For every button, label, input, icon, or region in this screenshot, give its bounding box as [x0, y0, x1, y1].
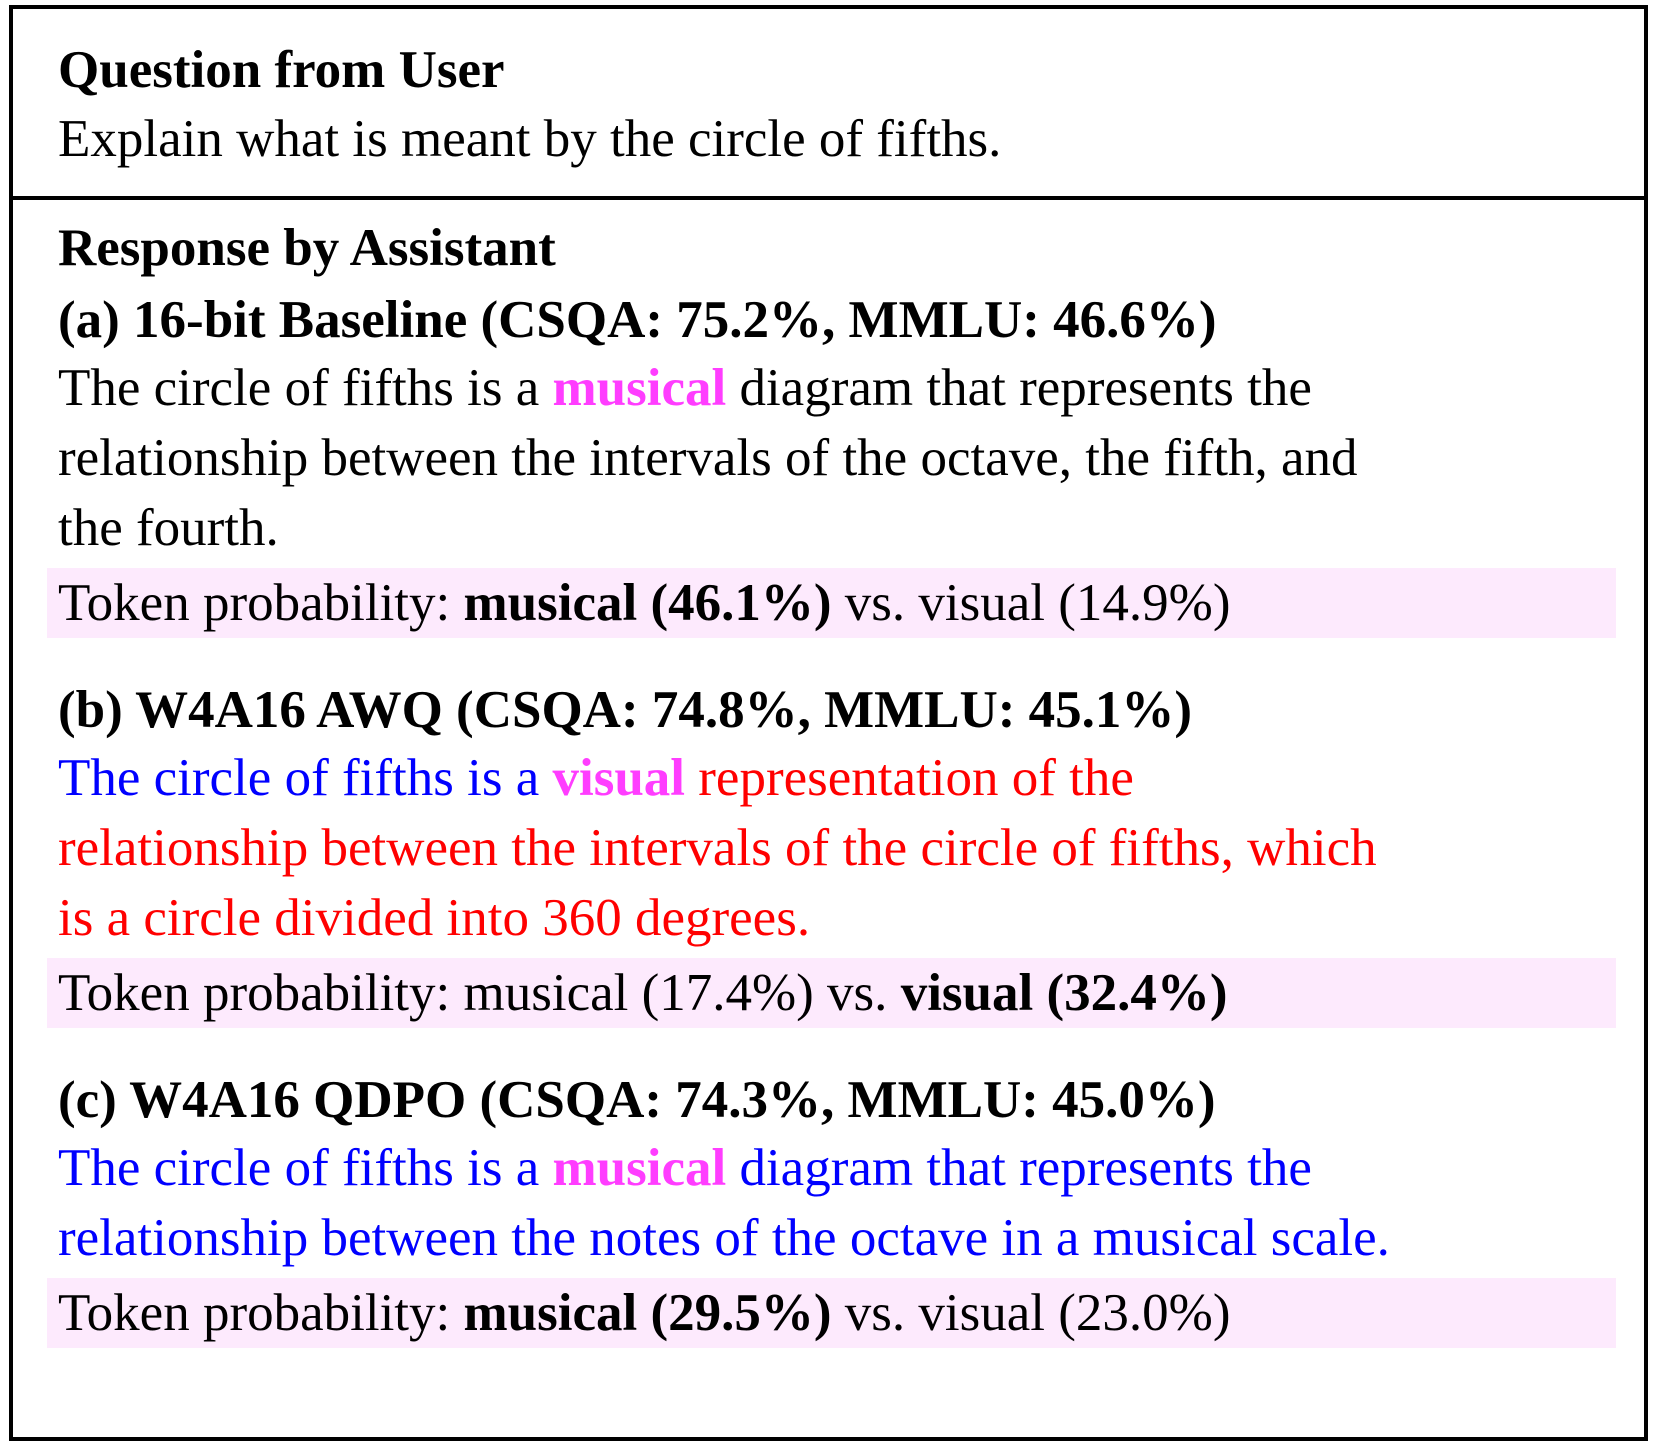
awq-prob-visual: visual (32.4%) — [900, 964, 1228, 1022]
qdpo-line-1: The circle of fifths is a musical diagra… — [58, 1138, 1312, 1198]
qdpo-line-1-post: diagram that represents the — [726, 1139, 1312, 1197]
response-heading: Response by Assistant — [58, 219, 556, 277]
qdpo-prob-musical: musical (29.5%) — [463, 1284, 832, 1342]
question-text: Explain what is meant by the circle of f… — [58, 110, 1002, 168]
baseline-line-3: the fourth. — [58, 499, 279, 557]
baseline-prob-vs: vs. — [831, 574, 919, 632]
example-frame: Question from User Explain what is meant… — [9, 5, 1648, 1441]
baseline-key-token: musical — [552, 359, 727, 417]
baseline-title: (a) 16-bit Baseline (CSQA: 75.2%, MMLU: … — [58, 291, 1217, 349]
qdpo-key-token: musical — [552, 1139, 727, 1197]
qdpo-title: (c) W4A16 QDPO (CSQA: 74.3%, MMLU: 45.0%… — [58, 1071, 1216, 1129]
awq-token-probability: Token probability: musical (17.4%) vs. v… — [47, 958, 1616, 1028]
awq-line-1: The circle of fifths is a visual represe… — [58, 748, 1134, 808]
baseline-prob-visual: visual (14.9%) — [918, 574, 1231, 632]
awq-line-3: is a circle divided into 360 degrees. — [58, 889, 811, 947]
qdpo-token-probability: Token probability: musical (29.5%) vs. v… — [47, 1278, 1616, 1348]
baseline-prob-label: Token probability: — [58, 574, 464, 632]
awq-prob-musical: musical (17.4%) — [463, 964, 814, 1022]
baseline-line-1-pre: The circle of fifths is a — [58, 359, 553, 417]
question-heading: Question from User — [58, 41, 505, 99]
qdpo-prob-visual: visual (23.0%) — [918, 1284, 1231, 1342]
awq-key-token: visual — [552, 749, 686, 807]
qdpo-prob-vs: vs. — [831, 1284, 919, 1342]
awq-line-1-blue: The circle of fifths is a — [58, 749, 553, 807]
awq-line-2: relationship between the intervals of th… — [58, 819, 1377, 877]
awq-prob-label: Token probability: — [58, 964, 464, 1022]
baseline-line-2: relationship between the intervals of th… — [58, 429, 1358, 487]
awq-prob-vs: vs. — [813, 964, 901, 1022]
baseline-token-probability: Token probability: musical (46.1%) vs. v… — [47, 568, 1616, 638]
awq-line-1-red: representation of the — [685, 749, 1134, 807]
baseline-line-1-post: diagram that represents the — [726, 359, 1312, 417]
qdpo-line-2: relationship between the notes of the oc… — [58, 1209, 1390, 1267]
baseline-line-1: The circle of fifths is a musical diagra… — [58, 358, 1312, 418]
section-divider — [13, 196, 1644, 200]
qdpo-line-1-pre: The circle of fifths is a — [58, 1139, 553, 1197]
baseline-prob-musical: musical (46.1%) — [463, 574, 832, 632]
awq-title: (b) W4A16 AWQ (CSQA: 74.8%, MMLU: 45.1%) — [58, 681, 1193, 739]
qdpo-prob-label: Token probability: — [58, 1284, 464, 1342]
